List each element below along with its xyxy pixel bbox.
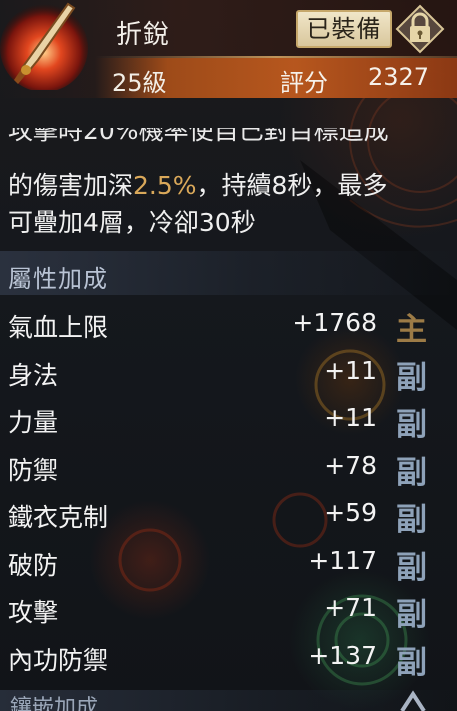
item-tooltip-panel: 折銳 已裝備 25級 評分 2327 攻擊時20%機率使自己對目標造成 的傷害加… <box>0 0 457 711</box>
sub-stat-tag: 副 <box>396 454 427 491</box>
attribute-name: 破防 <box>8 550 59 580</box>
sub-stat-tag: 副 <box>396 502 427 538</box>
description-line-2-post: ，持續8秒，最多 <box>196 171 388 200</box>
attribute-name: 防禦 <box>8 455 59 485</box>
corner-ornament-icon <box>400 690 426 711</box>
attribute-row: 力量 +11 副 <box>0 399 457 445</box>
attribute-row: 攻擊 +71 副 <box>0 589 457 635</box>
attribute-name: 鐵衣克制 <box>8 503 109 532</box>
score-label: 評分 <box>280 69 328 97</box>
lock-icon[interactable] <box>395 4 445 54</box>
attribute-value: +78 <box>324 450 377 480</box>
next-section-title: 鑲嵌加成 <box>10 696 99 711</box>
attribute-row: 身法 +11 副 <box>0 352 457 398</box>
blade-icon <box>0 2 88 90</box>
attribute-name: 身法 <box>8 360 59 390</box>
description-line-2-pre: 的傷害加深 <box>8 171 134 200</box>
attribute-value: +117 <box>308 545 377 575</box>
attribute-name: 內功防禦 <box>8 645 109 675</box>
sub-stat-tag: 副 <box>396 549 427 586</box>
attribute-value: +1768 <box>292 308 377 337</box>
attribute-row: 鐵衣克制 +59 副 <box>0 494 457 540</box>
score-value: 2327 <box>368 63 430 91</box>
item-name: 折銳 <box>116 20 171 50</box>
description-highlight-value: 2.5% <box>133 171 197 200</box>
attribute-name: 氣血上限 <box>8 313 109 342</box>
description-line-3: 可疊加4層，冷卻30秒 <box>8 208 256 237</box>
description-line-2: 的傷害加深2.5%，持續8秒，最多 <box>8 166 387 202</box>
item-level: 25級 <box>112 69 167 97</box>
attribute-row: 內功防禦 +137 副 <box>0 637 457 683</box>
sub-stat-tag: 副 <box>396 407 427 443</box>
attribute-value: +11 <box>324 355 377 385</box>
attribute-value: +71 <box>324 593 377 622</box>
description-partial-line: 攻擊時20%機率使自己對目標造成 <box>8 128 448 154</box>
sub-stat-tag: 副 <box>396 597 427 633</box>
attribute-name: 力量 <box>8 408 59 437</box>
equipped-badge: 已裝備 <box>296 10 392 48</box>
attribute-value: +11 <box>324 403 377 432</box>
attribute-row: 氣血上限 +1768 主 <box>0 304 457 350</box>
attribute-row: 防禦 +78 副 <box>0 447 457 493</box>
sub-stat-tag: 副 <box>396 359 427 396</box>
attribute-value: +137 <box>308 640 377 670</box>
attribute-row: 破防 +117 副 <box>0 542 457 588</box>
main-stat-tag: 主 <box>396 312 427 348</box>
sub-stat-tag: 副 <box>396 644 427 681</box>
attribute-name: 攻擊 <box>8 598 59 627</box>
attribute-section-title: 屬性加成 <box>8 265 108 293</box>
description-line-1: 攻擊時20%機率使自己對目標造成 <box>8 128 389 145</box>
attribute-value: +59 <box>324 498 377 527</box>
